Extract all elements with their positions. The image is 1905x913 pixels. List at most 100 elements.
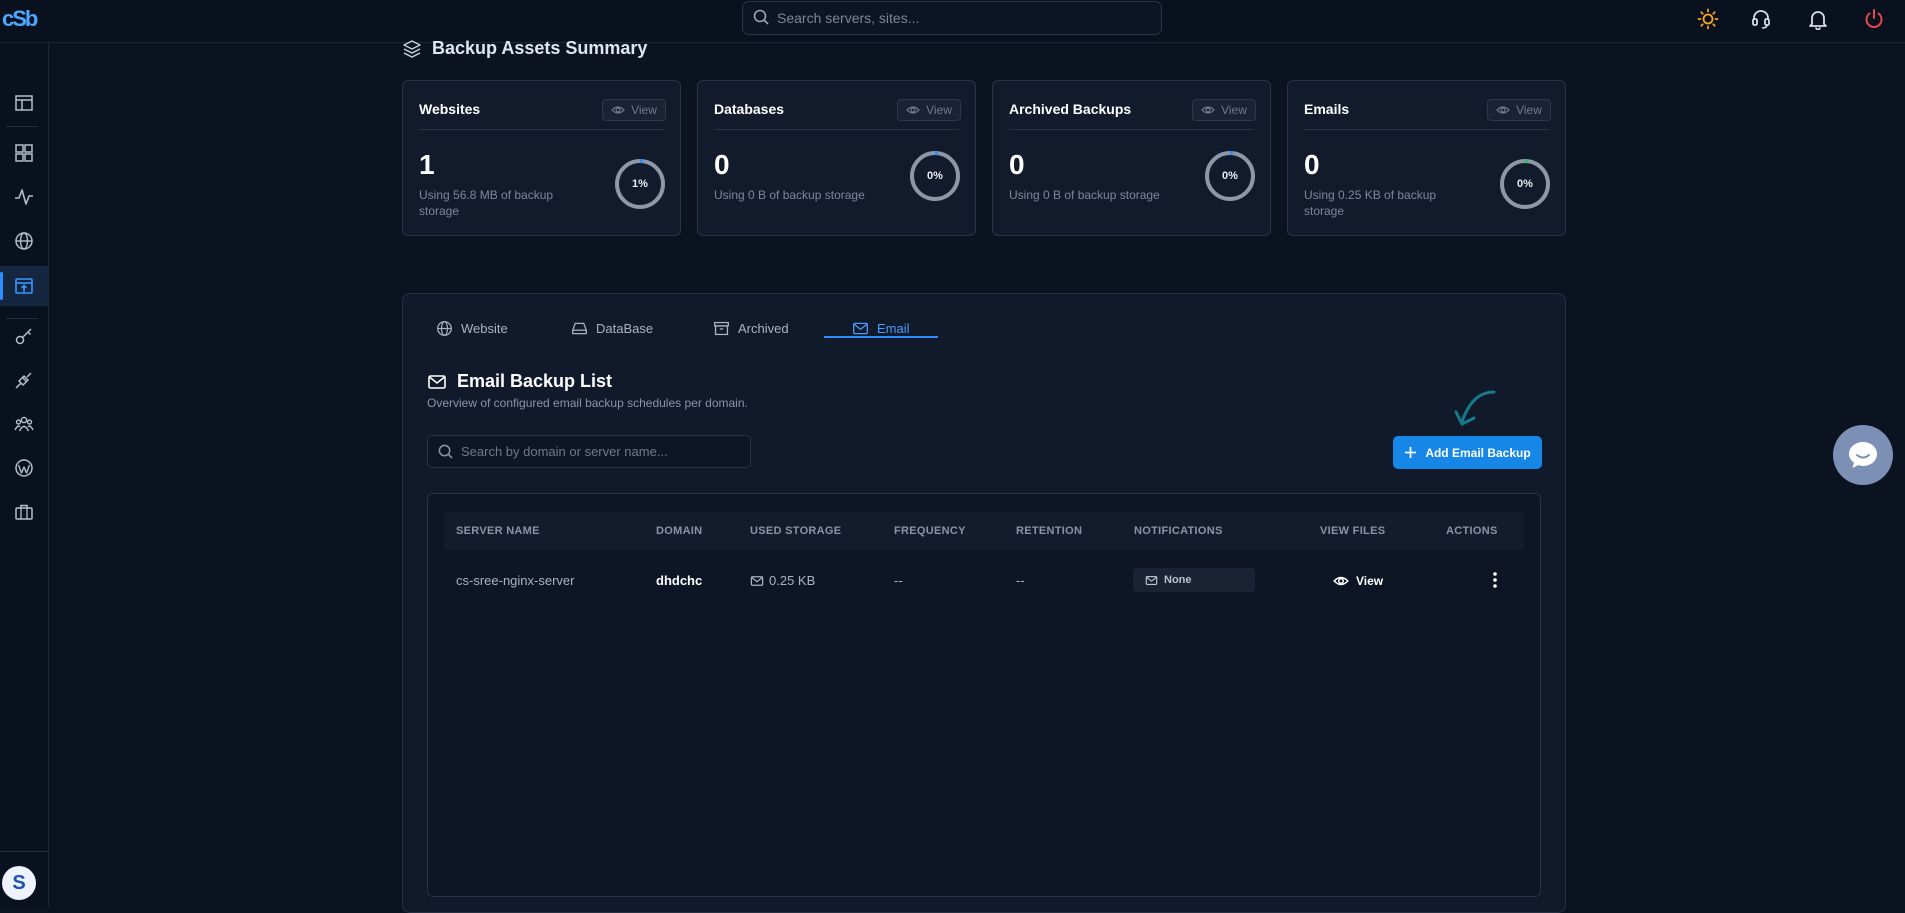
sidebar-item-keys[interactable] (0, 316, 48, 356)
drive-icon (572, 322, 587, 334)
headset-icon[interactable] (1748, 6, 1774, 32)
column-header-actions: ACTIONS (1446, 525, 1498, 537)
tab-database[interactable]: DataBase (571, 316, 653, 340)
used-storage-value: 0.25 KB (769, 573, 816, 588)
usage-percent: 0% (1517, 178, 1533, 190)
card-divider (419, 129, 664, 130)
eye-icon (906, 106, 920, 114)
notifications-badge: None (1133, 568, 1255, 592)
card-count: 0 (1304, 149, 1320, 180)
column-header-used-storage: USED STORAGE (750, 525, 842, 537)
app-logo[interactable]: cSb (2, 6, 38, 32)
power-icon[interactable] (1861, 6, 1887, 32)
card-divider (1009, 129, 1254, 130)
cell-frequency: -- (894, 573, 903, 588)
bell-icon[interactable] (1805, 6, 1831, 32)
card-view-button[interactable]: View (897, 99, 961, 121)
sidebar-item-team[interactable] (0, 404, 48, 444)
card-description: Using 0 B of backup storage (1009, 188, 1160, 202)
add-email-backup-button[interactable]: Add Email Backup (1393, 436, 1542, 469)
backup-search-input[interactable]: Search by domain or server name... (427, 435, 751, 468)
sidebar-item-wordpress[interactable] (0, 448, 48, 488)
list-subtitle: Overview of configured email backup sche… (427, 396, 748, 410)
globe-icon (437, 320, 452, 336)
row-actions-menu[interactable] (1488, 570, 1502, 595)
sun-icon[interactable] (1695, 6, 1721, 32)
avatar[interactable]: S (2, 866, 36, 900)
card-count: 1 (419, 149, 435, 180)
mail-icon (1145, 575, 1158, 585)
chat-icon (1849, 442, 1877, 468)
notifications-value: None (1164, 574, 1192, 586)
column-header-notifications: NOTIFICATIONS (1134, 525, 1223, 537)
search-icon (753, 9, 769, 28)
sidebar-item-layout[interactable] (0, 83, 48, 123)
plus-icon (1405, 446, 1417, 459)
tab-label: Email (877, 320, 910, 336)
key-icon (15, 328, 32, 345)
curved-arrow-icon (1454, 390, 1496, 426)
chat-widget-button[interactable] (1833, 425, 1893, 485)
card-view-label: View (1516, 103, 1542, 117)
summary-card-databases: Databases View 0 Using 0 B of backup sto… (697, 80, 976, 236)
column-header-domain: DOMAIN (656, 525, 703, 537)
sidebar-divider (6, 126, 38, 127)
sidebar-item-backup[interactable] (0, 266, 48, 306)
tab-archived[interactable]: Archived (713, 316, 789, 340)
sidebar-item-globe[interactable] (0, 221, 48, 261)
eye-icon (1496, 106, 1510, 114)
column-header-retention: RETENTION (1016, 525, 1083, 537)
mail-icon (428, 374, 446, 389)
cell-domain: dhdchc (656, 573, 703, 588)
more-vertical-icon (1493, 572, 1497, 588)
usage-percent: 1% (632, 178, 648, 190)
view-files-label: View (1356, 574, 1384, 588)
activity-icon (15, 189, 33, 205)
card-view-button[interactable]: View (1192, 99, 1256, 121)
global-search-input[interactable]: Search servers, sites... (742, 1, 1162, 35)
layout-icon (15, 95, 33, 111)
card-divider (714, 129, 959, 130)
summary-title: Backup Assets Summary (402, 38, 647, 59)
card-title: Archived Backups (1009, 101, 1132, 117)
sidebar-item-activity[interactable] (0, 177, 48, 217)
list-title-text: Email Backup List (457, 371, 613, 391)
dashboard-icon (15, 144, 33, 162)
sidebar-item-plugins[interactable] (0, 360, 48, 400)
cell-retention: -- (1016, 573, 1025, 588)
add-email-backup-label: Add Email Backup (1425, 445, 1531, 460)
summary-card-emails: Emails View 0 Using 0.25 KB of backup st… (1287, 80, 1566, 236)
card-view-button[interactable]: View (1487, 99, 1551, 121)
card-count: 0 (1009, 149, 1025, 180)
usage-percent: 0% (927, 170, 943, 182)
view-files-button[interactable]: View (1333, 573, 1383, 589)
sidebar-item-briefcase[interactable] (0, 492, 48, 532)
card-description: Using 56.8 MB of backup storage (419, 188, 554, 218)
tab-label: DataBase (596, 320, 654, 336)
card-view-button[interactable]: View (602, 99, 666, 121)
mail-icon (750, 575, 764, 586)
card-description: Using 0 B of backup storage (714, 188, 865, 202)
layers-icon (403, 39, 421, 58)
cell-server-name: cs-sree-nginx-server (456, 573, 575, 588)
column-header-frequency: FREQUENCY (894, 525, 966, 537)
archive-icon (714, 321, 729, 335)
eye-icon (1201, 106, 1215, 114)
card-divider (1304, 129, 1549, 130)
global-search-placeholder: Search servers, sites... (777, 10, 920, 26)
card-title: Emails (1304, 101, 1350, 117)
card-title: Databases (714, 101, 785, 117)
card-count: 0 (714, 149, 730, 180)
card-title: Websites (419, 101, 481, 117)
card-view-label: View (926, 103, 952, 117)
card-description: Using 0.25 KB of backup storage (1304, 188, 1437, 218)
eye-icon (611, 106, 625, 114)
sidebar-item-dashboard[interactable] (0, 133, 48, 173)
users-icon (14, 416, 34, 432)
card-view-label: View (1221, 103, 1247, 117)
list-title: Email Backup List (427, 371, 612, 392)
tab-website[interactable]: Website (436, 316, 508, 340)
active-tab-indicator (824, 336, 938, 338)
column-header-view-files: VIEW FILES (1320, 525, 1386, 537)
plug-icon (15, 372, 32, 389)
